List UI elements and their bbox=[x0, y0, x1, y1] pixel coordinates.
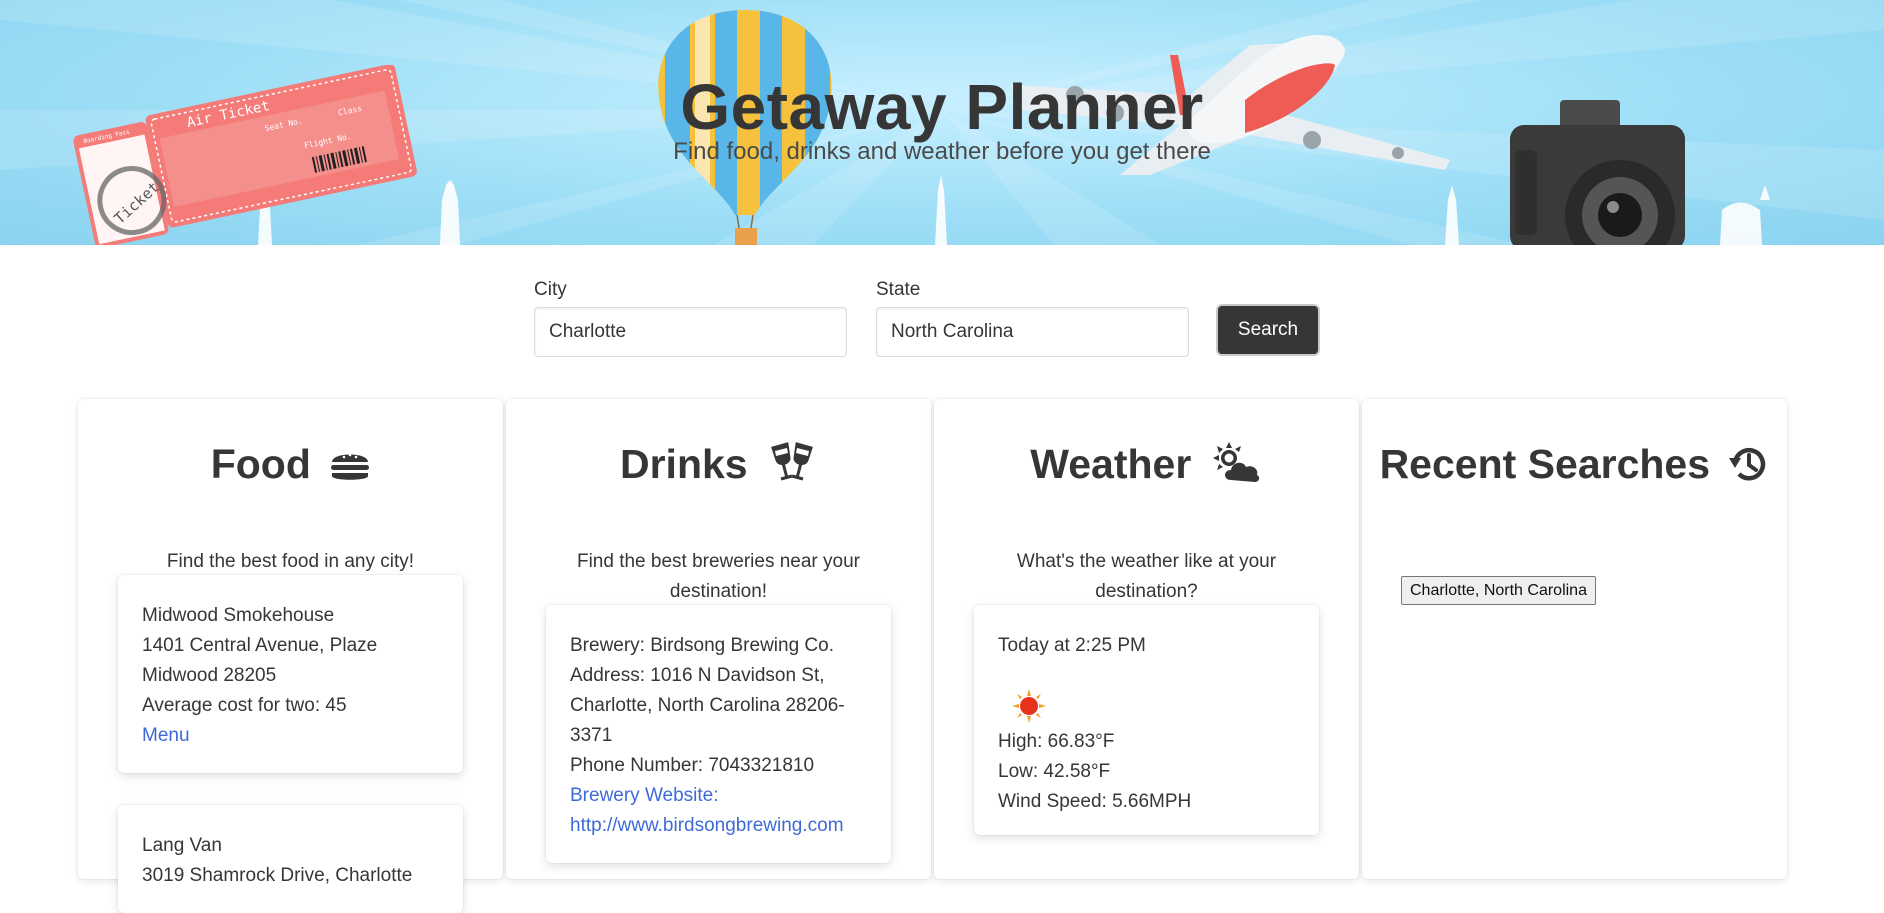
drinks-title: Drinks bbox=[619, 441, 748, 487]
brewery-phone: Phone Number: 7043321810 bbox=[570, 755, 815, 776]
food-column: Food Find the best food in any city! Mid… bbox=[78, 399, 503, 913]
hamburger-icon bbox=[331, 453, 370, 480]
state-label: State bbox=[876, 279, 921, 300]
cloud-sun-icon bbox=[1212, 442, 1259, 482]
food-title: Food bbox=[210, 441, 311, 487]
state-input[interactable] bbox=[876, 307, 1189, 357]
recent-searches-column: Recent Searches Charlotte, North Carolin… bbox=[1362, 399, 1787, 879]
weather-low: Low: 42.58°F bbox=[998, 761, 1111, 782]
brewery-website-link[interactable]: http://www.birdsongbrewing.com bbox=[570, 811, 867, 841]
page-title: Getaway Planner bbox=[680, 71, 1204, 143]
restaurant-name: Midwood Smokehouse bbox=[142, 605, 335, 626]
sun-icon bbox=[1012, 689, 1046, 723]
brewery-result-card: Brewery: Birdsong Brewing Co. Address: 1… bbox=[546, 605, 891, 863]
drinks-heading: Drinks bbox=[506, 441, 931, 488]
brewery-name: Brewery: Birdsong Brewing Co. bbox=[570, 635, 834, 656]
restaurant-name: Lang Van bbox=[142, 835, 222, 856]
brewery-address: Address: 1016 N Davidson St, Charlotte, … bbox=[570, 665, 845, 746]
recent-title: Recent Searches bbox=[1379, 441, 1711, 487]
food-result-card: Midwood Smokehouse 1401 Central Avenue, … bbox=[118, 575, 463, 773]
state-field: State bbox=[876, 279, 1189, 357]
weather-title: Weather bbox=[1030, 441, 1192, 487]
weather-heading: Weather bbox=[934, 441, 1359, 488]
city-field: City bbox=[534, 279, 847, 357]
drinks-column: Drinks Find the best breweries near your… bbox=[506, 399, 931, 879]
drinks-description: Find the best breweries near your destin… bbox=[576, 551, 861, 602]
restaurant-address-line1: 1401 Central Avenue, Plaze bbox=[142, 635, 378, 656]
weather-high: High: 66.83°F bbox=[998, 731, 1115, 752]
weather-result-card: Today at 2:25 PM High: 66.83°F Low: 42.5… bbox=[974, 605, 1319, 835]
city-label: City bbox=[534, 279, 567, 300]
page-subtitle: Find food, drinks and weather before you… bbox=[673, 138, 1211, 165]
weather-time: Today at 2:25 PM bbox=[998, 635, 1146, 656]
history-icon bbox=[1729, 447, 1766, 481]
restaurant-cost: Average cost for two: 45 bbox=[142, 695, 347, 716]
menu-link[interactable]: Menu bbox=[142, 721, 439, 751]
food-description: Find the best food in any city! bbox=[166, 551, 415, 572]
weather-column: Weather What's the weather like at your … bbox=[934, 399, 1359, 879]
city-input[interactable] bbox=[534, 307, 847, 357]
brewery-website-label[interactable]: Brewery Website: bbox=[570, 781, 867, 811]
recent-search-item[interactable]: Charlotte, North Carolina bbox=[1401, 576, 1596, 605]
hero-banner: Air Ticket Boarding Pass Seat No. Class … bbox=[0, 0, 1884, 245]
search-button[interactable]: Search bbox=[1216, 304, 1320, 356]
food-result-card: Lang Van 3019 Shamrock Drive, Charlotte bbox=[118, 805, 463, 913]
food-heading: Food bbox=[78, 441, 503, 488]
weather-description: What's the weather like at your destinat… bbox=[1016, 551, 1277, 602]
weather-wind: Wind Speed: 5.66MPH bbox=[998, 791, 1192, 812]
recent-heading: Recent Searches bbox=[1362, 441, 1787, 488]
glass-cheers-icon bbox=[771, 442, 813, 481]
restaurant-address-line2: Midwood 28205 bbox=[142, 665, 277, 686]
restaurant-address-line1: 3019 Shamrock Drive, Charlotte bbox=[142, 865, 413, 886]
